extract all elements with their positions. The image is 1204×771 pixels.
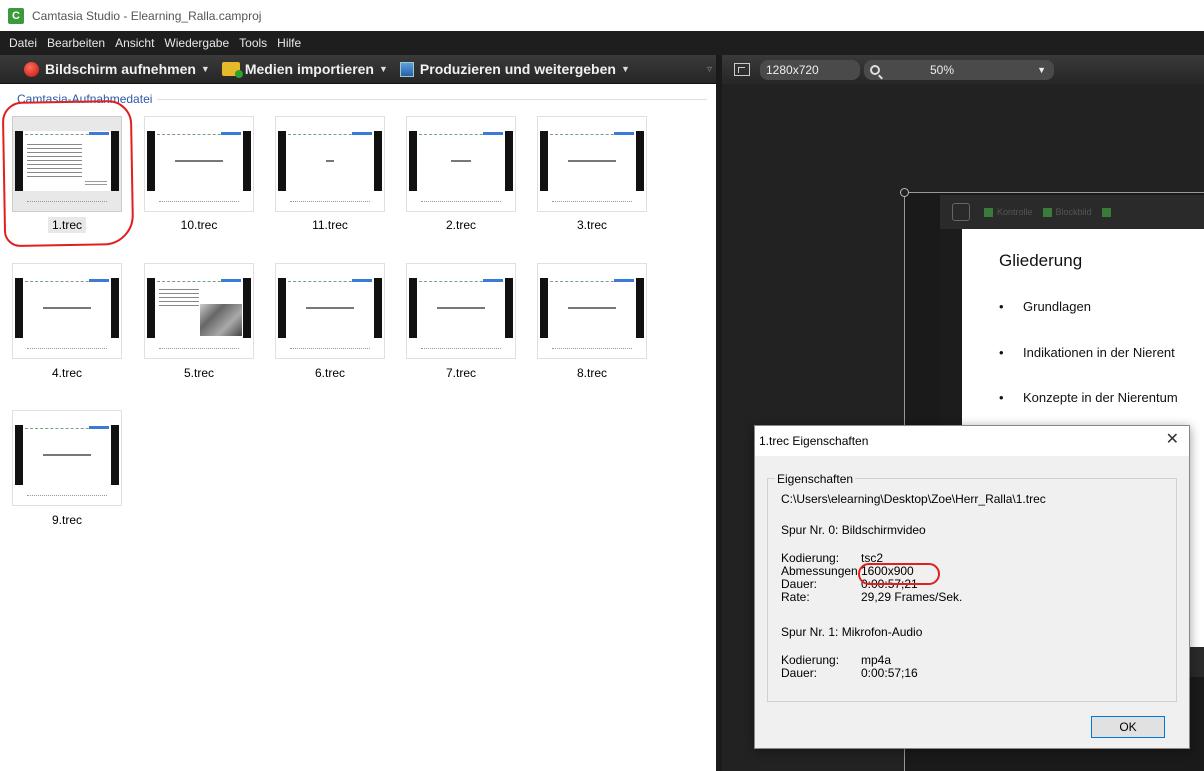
clip-thumbnail[interactable] [144,263,254,359]
menu-bar: Datei Bearbeiten Ansicht Wiedergabe Tool… [0,31,1204,55]
prop-row: Kodierung: mp4a [781,653,892,667]
close-icon[interactable]: ✕ [1166,432,1179,448]
record-icon [24,61,39,77]
clip-thumbnail[interactable] [406,263,516,359]
slide-heading: Gliederung [999,251,1083,270]
zoom-value: 50% [930,62,955,77]
file-path: C:\Users\elearning\Desktop\Zoe\Herr_Rall… [781,492,1046,506]
red-annotation-circle [858,563,940,585]
clip-label[interactable]: 9.trec [12,513,122,527]
clip-label[interactable]: 2.trec [406,218,516,232]
import-media-label: Medien importieren [244,61,374,77]
canvas-toolbar: 1280x720 50% ▼ [722,55,1204,84]
resolution-dropdown[interactable]: 1280x720 [760,59,860,80]
resize-canvas-icon[interactable] [734,63,750,76]
video-navbar: Kontrolle Blockbild [940,195,1204,229]
window-title: Camtasia Studio - Elearning_Ralla.campro… [32,8,262,23]
chevron-down-icon: ▼ [378,64,388,74]
menu-bearbeiten[interactable]: Bearbeiten [42,36,110,50]
produce-share-button[interactable]: Produzieren und weitergeben ▼ [399,61,630,77]
camtasia-app-icon: C [8,7,24,24]
produce-icon [399,61,414,77]
clip-thumbnail[interactable] [275,263,385,359]
record-screen-label: Bildschirm aufnehmen [45,61,196,77]
menu-hilfe[interactable]: Hilfe [272,36,306,50]
prop-row: Rate: 29,29 Frames/Sek. [781,590,963,604]
dialog-body: Eigenschaften C:\Users\elearning\Desktop… [755,456,1189,748]
video-checkbox: Blockbild [1042,207,1092,217]
track0-title: Spur Nr. 0: Bildschirmvideo [781,523,926,537]
clip-label[interactable]: 3.trec [537,218,647,232]
produce-share-label: Produzieren und weitergeben [419,61,616,77]
main-toolbar: Bildschirm aufnehmen ▼ Medien importiere… [0,55,716,84]
home-icon [952,203,970,221]
menu-datei[interactable]: Datei [4,36,42,50]
clip-thumbnail[interactable] [12,263,122,359]
clip-thumbnail[interactable] [275,116,385,212]
menu-tools[interactable]: Tools [234,36,272,50]
clip-thumbnail[interactable] [537,263,647,359]
chevron-down-icon: ▼ [200,64,210,74]
clip-thumbnail[interactable] [144,116,254,212]
magnifier-icon [870,64,880,75]
clip-label[interactable]: 5.trec [144,366,254,380]
clip-label[interactable]: 6.trec [275,366,385,380]
dialog-title: 1.trec Eigenschaften [759,434,869,448]
resolution-value: 1280x720 [766,62,819,77]
ok-button[interactable]: OK [1091,716,1165,738]
red-annotation-lasso [1,99,135,248]
slide-bullet: • Konzepte in der Nierentum [999,390,1178,405]
properties-dialog: 1.trec Eigenschaften ✕ Eigenschaften C:\… [754,425,1190,749]
zoom-dropdown[interactable]: 50% ▼ [864,59,1054,80]
chevron-down-icon: ▼ [620,64,630,74]
track1-title: Spur Nr. 1: Mikrofon-Audio [781,625,923,639]
clip-label[interactable]: 11.trec [275,218,385,232]
video-checkbox [1101,207,1115,217]
clip-thumbnail[interactable] [406,116,516,212]
chevron-down-icon: ▼ [1037,64,1046,75]
slide-bullet: • Indikationen in der Nierent [999,345,1175,360]
groupbox-label: Eigenschaften [775,472,856,486]
menu-wiedergabe[interactable]: Wiedergabe [159,36,234,50]
toolbar-overflow-icon[interactable]: ▿ [707,64,712,75]
window-titlebar: C Camtasia Studio - Elearning_Ralla.camp… [0,0,1204,31]
folder-import-icon [221,62,243,78]
import-media-button[interactable]: Medien importieren ▼ [221,61,388,78]
slide-bullet: • Grundlagen [999,299,1091,314]
video-checkbox: Kontrolle [984,207,1033,217]
prop-row: Dauer: 0:00:57;16 [781,666,918,680]
clip-thumbnail[interactable] [12,410,122,506]
clip-label[interactable]: 7.trec [406,366,516,380]
clip-label[interactable]: 8.trec [537,366,647,380]
menu-ansicht[interactable]: Ansicht [110,36,159,50]
clip-label[interactable]: 10.trec [144,218,254,232]
clip-label[interactable]: 4.trec [12,366,122,380]
dialog-titlebar: 1.trec Eigenschaften [755,426,1189,456]
clip-thumbnail[interactable] [537,116,647,212]
group-divider [157,98,707,100]
resize-handle[interactable] [900,188,909,197]
record-screen-button[interactable]: Bildschirm aufnehmen ▼ [24,61,210,77]
